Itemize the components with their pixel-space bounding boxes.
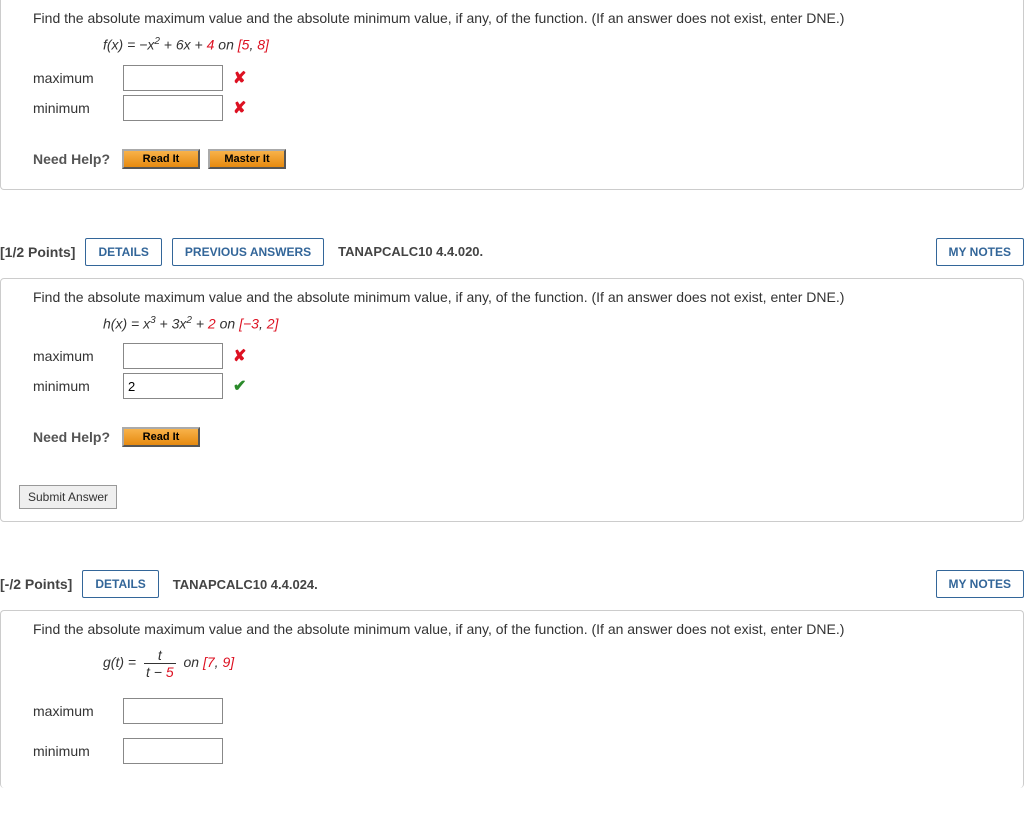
q3-points: [-/2 Points] [0, 576, 72, 592]
q2-max-label: maximum [33, 348, 113, 364]
q3-max-input[interactable] [123, 698, 223, 724]
q2-min-label: minimum [33, 378, 113, 394]
q2-function: h(x) = x3 + 3x2 + 2 on [−3, 2] [103, 315, 1003, 332]
read-it-button[interactable]: Read It [122, 149, 200, 169]
submit-answer-button[interactable]: Submit Answer [19, 485, 117, 509]
previous-answers-button[interactable]: PREVIOUS ANSWERS [172, 238, 324, 266]
q3-max-label: maximum [33, 703, 113, 719]
wrong-icon: ✘ [233, 98, 246, 118]
wrong-icon: ✘ [233, 346, 246, 366]
check-icon: ✔ [233, 376, 246, 396]
q2-max-input[interactable] [123, 343, 223, 369]
q2-min-input[interactable] [123, 373, 223, 399]
q3-min-input[interactable] [123, 738, 223, 764]
details-button[interactable]: DETAILS [85, 238, 161, 266]
q1-max-input[interactable] [123, 65, 223, 91]
question-3: Find the absolute maximum value and the … [0, 610, 1024, 788]
q1-min-label: minimum [33, 100, 113, 116]
q1-function: f(x) = −x2 + 6x + 4 on [5, 8] [103, 36, 1003, 53]
need-help-label: Need Help? [33, 151, 110, 167]
need-help-label: Need Help? [33, 429, 110, 445]
q3-ref: TANAPCALC10 4.4.024. [173, 577, 318, 592]
my-notes-button[interactable]: MY NOTES [936, 238, 1024, 266]
q2-prompt: Find the absolute maximum value and the … [33, 289, 1003, 305]
q3-min-label: minimum [33, 743, 113, 759]
q2-ref: TANAPCALC10 4.4.020. [338, 244, 483, 259]
q2-header: [1/2 Points] DETAILS PREVIOUS ANSWERS TA… [0, 230, 1024, 274]
q2-points: [1/2 Points] [0, 244, 75, 260]
master-it-button[interactable]: Master It [208, 149, 286, 169]
q3-function: g(t) = t t − 5 on [7, 9] [103, 647, 1003, 680]
my-notes-button[interactable]: MY NOTES [936, 570, 1024, 598]
question-1: Find the absolute maximum value and the … [0, 0, 1024, 190]
q1-min-input[interactable] [123, 95, 223, 121]
question-2: Find the absolute maximum value and the … [0, 278, 1024, 523]
wrong-icon: ✘ [233, 68, 246, 88]
read-it-button[interactable]: Read It [122, 427, 200, 447]
details-button[interactable]: DETAILS [82, 570, 158, 598]
q1-prompt: Find the absolute maximum value and the … [33, 10, 1003, 26]
q3-header: [-/2 Points] DETAILS TANAPCALC10 4.4.024… [0, 562, 1024, 606]
q1-max-label: maximum [33, 70, 113, 86]
q3-prompt: Find the absolute maximum value and the … [33, 621, 1003, 637]
